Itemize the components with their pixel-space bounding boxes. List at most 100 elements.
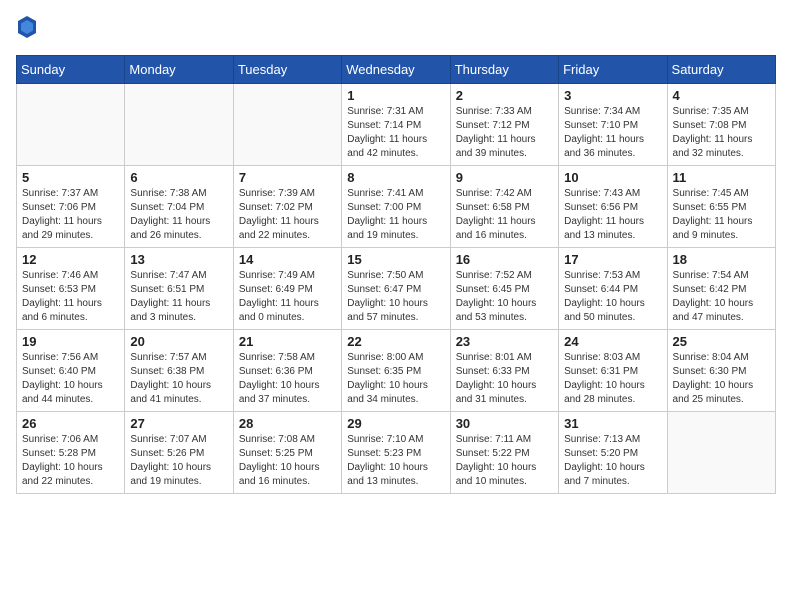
day-number: 18 [673, 252, 770, 267]
day-number: 27 [130, 416, 227, 431]
day-number: 8 [347, 170, 444, 185]
weekday-header-cell: Monday [125, 55, 233, 83]
day-number: 6 [130, 170, 227, 185]
calendar-cell: 13 Sunrise: 7:47 AM Sunset: 6:51 PM Dayli… [125, 247, 233, 329]
day-info: Sunrise: 7:38 AM Sunset: 7:04 PM Dayligh… [130, 187, 227, 243]
day-number: 12 [22, 252, 119, 267]
day-info: Sunrise: 7:10 AM Sunset: 5:23 PM Dayligh… [347, 433, 444, 489]
calendar-cell: 9 Sunrise: 7:42 AM Sunset: 6:58 PM Daylig… [450, 165, 558, 247]
day-info: Sunrise: 7:57 AM Sunset: 6:38 PM Dayligh… [130, 351, 227, 407]
calendar-cell: 31 Sunrise: 7:13 AM Sunset: 5:20 PM Dayli… [559, 411, 667, 493]
day-number: 17 [564, 252, 661, 267]
day-info: Sunrise: 7:13 AM Sunset: 5:20 PM Dayligh… [564, 433, 661, 489]
calendar-cell: 15 Sunrise: 7:50 AM Sunset: 6:47 PM Dayli… [342, 247, 450, 329]
day-info: Sunrise: 7:31 AM Sunset: 7:14 PM Dayligh… [347, 105, 444, 161]
day-info: Sunrise: 7:53 AM Sunset: 6:44 PM Dayligh… [564, 269, 661, 325]
day-number: 26 [22, 416, 119, 431]
day-info: Sunrise: 8:04 AM Sunset: 6:30 PM Dayligh… [673, 351, 770, 407]
day-info: Sunrise: 8:03 AM Sunset: 6:31 PM Dayligh… [564, 351, 661, 407]
logo-text [16, 16, 36, 43]
calendar-cell [667, 411, 775, 493]
calendar-cell: 23 Sunrise: 8:01 AM Sunset: 6:33 PM Dayli… [450, 329, 558, 411]
day-info: Sunrise: 7:42 AM Sunset: 6:58 PM Dayligh… [456, 187, 553, 243]
day-info: Sunrise: 7:49 AM Sunset: 6:49 PM Dayligh… [239, 269, 336, 325]
day-number: 30 [456, 416, 553, 431]
day-number: 14 [239, 252, 336, 267]
weekday-header-cell: Wednesday [342, 55, 450, 83]
calendar-cell [125, 83, 233, 165]
weekday-header-cell: Friday [559, 55, 667, 83]
day-info: Sunrise: 8:01 AM Sunset: 6:33 PM Dayligh… [456, 351, 553, 407]
day-number: 25 [673, 334, 770, 349]
day-info: Sunrise: 7:08 AM Sunset: 5:25 PM Dayligh… [239, 433, 336, 489]
calendar-cell: 27 Sunrise: 7:07 AM Sunset: 5:26 PM Dayli… [125, 411, 233, 493]
calendar-cell: 21 Sunrise: 7:58 AM Sunset: 6:36 PM Dayli… [233, 329, 341, 411]
day-number: 22 [347, 334, 444, 349]
day-number: 15 [347, 252, 444, 267]
calendar-cell [17, 83, 125, 165]
day-info: Sunrise: 7:07 AM Sunset: 5:26 PM Dayligh… [130, 433, 227, 489]
calendar-week-row: 26 Sunrise: 7:06 AM Sunset: 5:28 PM Dayli… [17, 411, 776, 493]
calendar-cell: 22Sunrise: 8:00 AM Sunset: 6:35 PM Dayli… [342, 329, 450, 411]
calendar-cell: 25 Sunrise: 8:04 AM Sunset: 6:30 PM Dayli… [667, 329, 775, 411]
day-number: 2 [456, 88, 553, 103]
day-number: 29 [347, 416, 444, 431]
day-number: 1 [347, 88, 444, 103]
day-info: Sunrise: 7:50 AM Sunset: 6:47 PM Dayligh… [347, 269, 444, 325]
calendar-table: SundayMondayTuesdayWednesdayThursdayFrid… [16, 55, 776, 494]
day-number: 11 [673, 170, 770, 185]
calendar-cell: 5Sunrise: 7:37 AM Sunset: 7:06 PM Daylig… [17, 165, 125, 247]
weekday-header-cell: Sunday [17, 55, 125, 83]
day-number: 3 [564, 88, 661, 103]
weekday-header-cell: Thursday [450, 55, 558, 83]
calendar-cell: 1 Sunrise: 7:31 AM Sunset: 7:14 PM Daylig… [342, 83, 450, 165]
logo-general [16, 16, 36, 43]
day-info: Sunrise: 7:35 AM Sunset: 7:08 PM Dayligh… [673, 105, 770, 161]
calendar-cell: 2 Sunrise: 7:33 AM Sunset: 7:12 PM Daylig… [450, 83, 558, 165]
calendar-cell: 28 Sunrise: 7:08 AM Sunset: 5:25 PM Dayli… [233, 411, 341, 493]
day-info: Sunrise: 7:56 AM Sunset: 6:40 PM Dayligh… [22, 351, 119, 407]
day-info: Sunrise: 7:06 AM Sunset: 5:28 PM Dayligh… [22, 433, 119, 489]
day-info: Sunrise: 7:34 AM Sunset: 7:10 PM Dayligh… [564, 105, 661, 161]
calendar-cell: 29 Sunrise: 7:10 AM Sunset: 5:23 PM Dayli… [342, 411, 450, 493]
day-info: Sunrise: 7:33 AM Sunset: 7:12 PM Dayligh… [456, 105, 553, 161]
calendar-cell: 6 Sunrise: 7:38 AM Sunset: 7:04 PM Daylig… [125, 165, 233, 247]
day-number: 10 [564, 170, 661, 185]
day-number: 7 [239, 170, 336, 185]
calendar-cell: 30Sunrise: 7:11 AM Sunset: 5:22 PM Dayli… [450, 411, 558, 493]
day-number: 23 [456, 334, 553, 349]
weekday-header-row: SundayMondayTuesdayWednesdayThursdayFrid… [17, 55, 776, 83]
day-number: 31 [564, 416, 661, 431]
day-info: Sunrise: 7:47 AM Sunset: 6:51 PM Dayligh… [130, 269, 227, 325]
day-info: Sunrise: 7:54 AM Sunset: 6:42 PM Dayligh… [673, 269, 770, 325]
day-info: Sunrise: 7:52 AM Sunset: 6:45 PM Dayligh… [456, 269, 553, 325]
day-number: 16 [456, 252, 553, 267]
day-info: Sunrise: 7:41 AM Sunset: 7:00 PM Dayligh… [347, 187, 444, 243]
calendar-cell [233, 83, 341, 165]
calendar-week-row: 19Sunrise: 7:56 AM Sunset: 6:40 PM Dayli… [17, 329, 776, 411]
day-info: Sunrise: 7:58 AM Sunset: 6:36 PM Dayligh… [239, 351, 336, 407]
calendar-week-row: 12Sunrise: 7:46 AM Sunset: 6:53 PM Dayli… [17, 247, 776, 329]
calendar-cell: 10Sunrise: 7:43 AM Sunset: 6:56 PM Dayli… [559, 165, 667, 247]
calendar-body: 1 Sunrise: 7:31 AM Sunset: 7:14 PM Daylig… [17, 83, 776, 493]
day-info: Sunrise: 7:37 AM Sunset: 7:06 PM Dayligh… [22, 187, 119, 243]
weekday-header-cell: Tuesday [233, 55, 341, 83]
calendar-cell: 26 Sunrise: 7:06 AM Sunset: 5:28 PM Dayli… [17, 411, 125, 493]
logo [16, 16, 36, 43]
page-header [16, 16, 776, 43]
calendar-cell: 20Sunrise: 7:57 AM Sunset: 6:38 PM Dayli… [125, 329, 233, 411]
calendar-cell: 11 Sunrise: 7:45 AM Sunset: 6:55 PM Dayli… [667, 165, 775, 247]
calendar-cell: 12Sunrise: 7:46 AM Sunset: 6:53 PM Dayli… [17, 247, 125, 329]
day-number: 4 [673, 88, 770, 103]
logo-icon [18, 16, 36, 38]
calendar-cell: 8 Sunrise: 7:41 AM Sunset: 7:00 PM Daylig… [342, 165, 450, 247]
day-number: 13 [130, 252, 227, 267]
calendar-cell: 3 Sunrise: 7:34 AM Sunset: 7:10 PM Daylig… [559, 83, 667, 165]
calendar-cell: 14 Sunrise: 7:49 AM Sunset: 6:49 PM Dayli… [233, 247, 341, 329]
calendar-cell: 7 Sunrise: 7:39 AM Sunset: 7:02 PM Daylig… [233, 165, 341, 247]
day-info: Sunrise: 7:45 AM Sunset: 6:55 PM Dayligh… [673, 187, 770, 243]
day-number: 28 [239, 416, 336, 431]
day-info: Sunrise: 7:39 AM Sunset: 7:02 PM Dayligh… [239, 187, 336, 243]
day-number: 9 [456, 170, 553, 185]
day-number: 21 [239, 334, 336, 349]
